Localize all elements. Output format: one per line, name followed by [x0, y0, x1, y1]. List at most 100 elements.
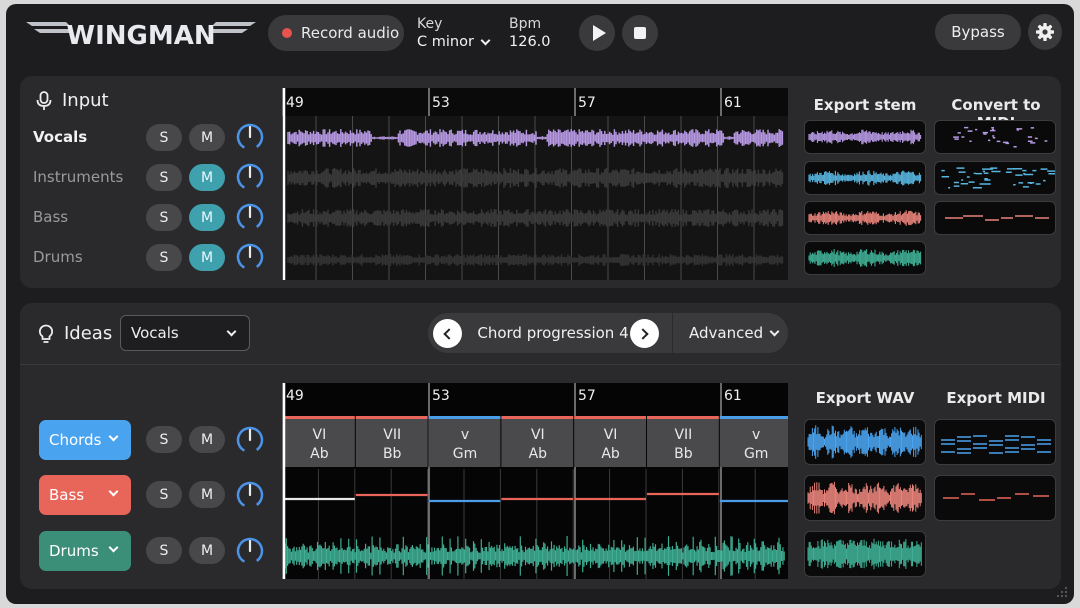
idea-track-chords-dropdown[interactable]: Chords — [39, 420, 131, 460]
bypass-label: Bypass — [951, 23, 1005, 41]
export-midi-chords[interactable] — [934, 419, 1056, 465]
idea-track-label: Chords — [49, 431, 102, 449]
export-stem-drums[interactable] — [804, 241, 926, 275]
volume-knob-idea-chords[interactable] — [235, 425, 265, 455]
solo-button-instruments[interactable]: S — [146, 164, 182, 191]
play-button[interactable] — [579, 15, 615, 51]
ideas-title-text: Ideas — [64, 323, 113, 344]
chord-block[interactable]: v Gm — [719, 416, 788, 467]
bpm-field[interactable]: Bpm 126.0 — [509, 16, 569, 52]
chord-block[interactable]: VI Ab — [574, 416, 646, 467]
export-midi-bass[interactable] — [934, 475, 1056, 521]
chord-name: Ab — [601, 446, 620, 462]
mute-button-instruments[interactable]: M — [189, 164, 225, 191]
volume-knob-idea-bass[interactable] — [235, 480, 265, 510]
solo-button-vocals[interactable]: S — [146, 124, 182, 151]
ideas-arrangement-svg: 49 53 57 61 VI Ab VII Bb v Gm VI Ab VI Ab VII Bb v Gm — [282, 383, 788, 579]
advanced-label: Advanced — [689, 324, 764, 342]
wav-preview-bass — [807, 481, 922, 515]
wav-preview-drums — [807, 538, 922, 570]
chord-block[interactable]: VII Bb — [355, 416, 428, 467]
solo-button-bass[interactable]: S — [146, 204, 182, 231]
ideas-panel: Ideas Vocals Chord progression 4 Advance… — [20, 303, 1061, 589]
bpm-label: Bpm — [509, 16, 542, 32]
export-stem-vocals[interactable] — [804, 120, 926, 154]
convert-midi-vocals[interactable] — [934, 120, 1056, 154]
chevron-left-icon — [443, 327, 455, 340]
stop-icon — [634, 27, 646, 39]
chord-block[interactable]: VI Ab — [283, 416, 355, 467]
chord-numeral: VI — [313, 427, 327, 443]
drums-waveform — [284, 536, 785, 576]
convert-midi-instruments[interactable] — [934, 161, 1056, 195]
volume-knob-idea-drums[interactable] — [235, 536, 265, 566]
mute-button-idea-drums[interactable]: M — [189, 537, 225, 564]
convert-midi-bass[interactable] — [934, 201, 1056, 235]
chord-block[interactable]: VI Ab — [501, 416, 574, 467]
bar-number: 61 — [724, 95, 742, 111]
midi-preview-bass — [945, 215, 1049, 221]
input-track-label-drums: Drums — [33, 248, 83, 266]
midi-export-preview-chords — [941, 435, 1051, 454]
solo-button-idea-bass[interactable]: S — [146, 481, 182, 508]
export-stem-bass[interactable] — [804, 201, 926, 235]
solo-button-idea-drums[interactable]: S — [146, 537, 182, 564]
input-title: Input — [36, 90, 109, 111]
ideas-arrangement-area[interactable]: 49 53 57 61 VI Ab VII Bb v Gm VI Ab VI Ab VII Bb v Gm — [282, 383, 788, 579]
bar-number: 49 — [286, 95, 304, 111]
export-stem-heading: Export stem — [813, 96, 917, 114]
volume-knob-instruments[interactable] — [235, 162, 265, 192]
idea-track-label: Bass — [49, 486, 85, 504]
export-wav-chords[interactable] — [804, 419, 926, 465]
export-wav-heading: Export WAV — [815, 389, 915, 407]
resize-handle-icon[interactable] — [1056, 586, 1068, 598]
bypass-button[interactable]: Bypass — [935, 14, 1021, 50]
wav-wave — [807, 481, 922, 515]
ideas-source-dropdown[interactable]: Vocals — [120, 315, 250, 351]
volume-knob-vocals[interactable] — [235, 122, 265, 152]
mute-button-vocals[interactable]: M — [189, 124, 225, 151]
key-label: Key — [417, 16, 443, 32]
solo-button-drums[interactable]: S — [146, 244, 182, 271]
mute-button-bass[interactable]: M — [189, 204, 225, 231]
idea-track-drums-dropdown[interactable]: Drums — [39, 531, 131, 571]
play-icon — [592, 25, 606, 41]
mute-button-idea-chords[interactable]: M — [189, 426, 225, 453]
advanced-dropdown[interactable]: Advanced — [673, 313, 788, 353]
mute-button-drums[interactable]: M — [189, 244, 225, 271]
idea-track-bass-dropdown[interactable]: Bass — [39, 475, 131, 515]
input-waveform-area[interactable]: 49 53 57 61 — [282, 88, 788, 280]
chevron-down-icon — [108, 431, 119, 442]
export-midi-heading: Export MIDI — [946, 389, 1046, 407]
export-wav-bass[interactable] — [804, 475, 926, 521]
chevron-right-icon — [637, 327, 649, 340]
chevron-down-icon — [108, 486, 119, 497]
export-stem-instruments[interactable] — [804, 161, 926, 195]
chord-numeral: v — [752, 427, 760, 443]
chord-numeral: VI — [531, 427, 545, 443]
midi-export-preview-bass — [943, 493, 1049, 501]
top-bar: WINGMAN Record audio Key C minor Bpm 126… — [6, 4, 1074, 64]
chevron-down-icon — [226, 326, 237, 337]
previous-progression-button[interactable] — [433, 319, 462, 348]
chord-numeral: v — [461, 427, 469, 443]
mute-button-idea-bass[interactable]: M — [189, 481, 225, 508]
wingman-app: WINGMAN Record audio Key C minor Bpm 126… — [6, 4, 1074, 604]
chord-numeral: VII — [383, 427, 401, 443]
record-audio-button[interactable]: Record audio — [268, 15, 404, 51]
chord-block[interactable]: v Gm — [428, 416, 501, 467]
volume-knob-drums[interactable] — [235, 242, 265, 272]
lightbulb-icon — [38, 324, 54, 343]
wav-wave — [807, 538, 922, 570]
export-wav-drums[interactable] — [804, 531, 926, 577]
chevron-down-icon — [769, 326, 780, 336]
solo-button-idea-chords[interactable]: S — [146, 426, 182, 453]
stop-button[interactable] — [622, 15, 658, 51]
chord-block[interactable]: VII Bb — [647, 416, 719, 467]
settings-button[interactable] — [1028, 14, 1062, 50]
volume-knob-bass[interactable] — [235, 202, 265, 232]
chord-progression-label: Chord progression 4 — [477, 324, 629, 342]
bar-number: 49 — [286, 388, 304, 404]
next-progression-button[interactable] — [630, 319, 659, 348]
key-selector[interactable]: Key C minor — [417, 16, 497, 52]
